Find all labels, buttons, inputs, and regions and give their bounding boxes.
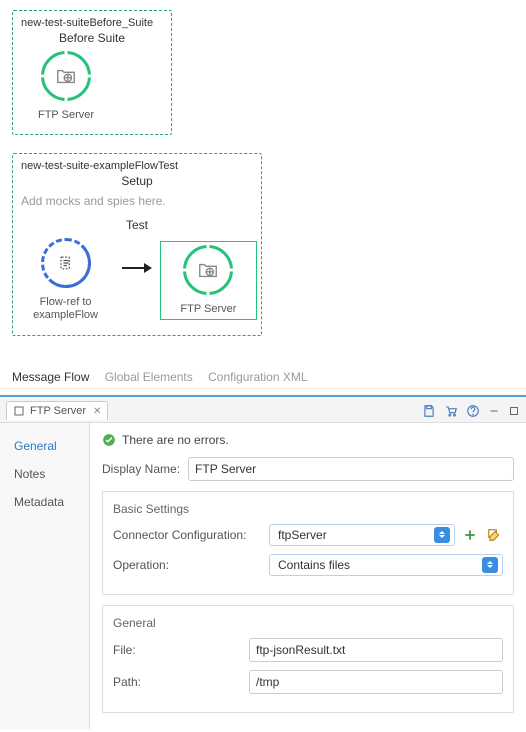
flow-ref-icon — [56, 253, 76, 273]
setup-heading: Setup — [21, 174, 253, 188]
edit-icon — [487, 528, 501, 542]
row-display-name: Display Name: — [102, 457, 514, 481]
row-file: File: — [113, 638, 503, 662]
status-row: There are no errors. — [102, 433, 514, 447]
folder-globe-icon — [55, 65, 77, 87]
edit-config-button[interactable] — [485, 526, 503, 544]
chevron-updown-icon — [482, 557, 498, 573]
side-nav-metadata[interactable]: Metadata — [14, 495, 89, 509]
operation-select[interactable]: Contains files — [269, 554, 503, 576]
tab-global-elements[interactable]: Global Elements — [105, 370, 193, 384]
tab-configuration-xml[interactable]: Configuration XML — [208, 370, 307, 384]
row-path: Path: — [113, 670, 503, 694]
node-flow-ref[interactable]: Flow-ref to exampleFlow — [21, 238, 110, 322]
node-ftp-server-before[interactable]: FTP Server — [21, 51, 111, 122]
side-nav-general[interactable]: General — [14, 439, 89, 453]
save-icon[interactable] — [422, 404, 436, 418]
close-icon[interactable]: ✕ — [93, 406, 101, 417]
properties-side-nav: General Notes Metadata — [0, 423, 90, 729]
file-input[interactable] — [249, 638, 503, 662]
chevron-updown-icon — [434, 527, 450, 543]
fieldset-basic-settings: Basic Settings Connector Configuration: … — [102, 491, 514, 595]
properties-panel-body: General Notes Metadata There are no erro… — [0, 423, 526, 729]
editor-tabs: Message Flow Global Elements Configurati… — [0, 364, 526, 389]
flow-canvas: new-test-suiteBefore_Suite Before Suite … — [0, 0, 526, 364]
fieldset-general: General File: Path: — [102, 605, 514, 713]
path-input[interactable] — [249, 670, 503, 694]
setup-hint: Add mocks and spies here. — [21, 194, 253, 208]
help-icon[interactable] — [466, 404, 480, 418]
suite-before[interactable]: new-test-suiteBefore_Suite Before Suite … — [12, 10, 172, 135]
maximize-icon[interactable] — [508, 405, 520, 417]
folder-globe-icon — [197, 259, 219, 281]
properties-tab-ftp-server[interactable]: FTP Server ✕ — [6, 401, 108, 420]
suite-example-name: new-test-suite-exampleFlowTest — [21, 160, 253, 172]
connector-config-select[interactable]: ftpServer — [269, 524, 455, 546]
row-operation: Operation: Contains files — [113, 554, 503, 576]
component-icon — [13, 405, 25, 417]
tab-message-flow[interactable]: Message Flow — [12, 370, 89, 384]
side-nav-notes[interactable]: Notes — [14, 467, 89, 481]
properties-form: There are no errors. Display Name: Basic… — [90, 423, 526, 729]
node-ftp-server-test[interactable]: FTP Server — [164, 245, 253, 316]
suite-example-flow-test[interactable]: new-test-suite-exampleFlowTest Setup Add… — [12, 153, 262, 335]
add-config-button[interactable] — [461, 526, 479, 544]
suite-before-name: new-test-suiteBefore_Suite — [21, 17, 163, 29]
minimize-icon[interactable] — [488, 405, 500, 417]
display-name-input[interactable] — [188, 457, 514, 481]
suite-before-section: Before Suite — [21, 31, 163, 45]
cart-icon[interactable] — [444, 404, 458, 418]
flow-arrow — [122, 260, 152, 276]
row-connector-config: Connector Configuration: ftpServer — [113, 524, 503, 546]
test-heading: Test — [21, 218, 253, 232]
ok-icon — [102, 433, 116, 447]
properties-panel-header: FTP Server ✕ — [0, 395, 526, 423]
plus-icon — [463, 528, 477, 542]
